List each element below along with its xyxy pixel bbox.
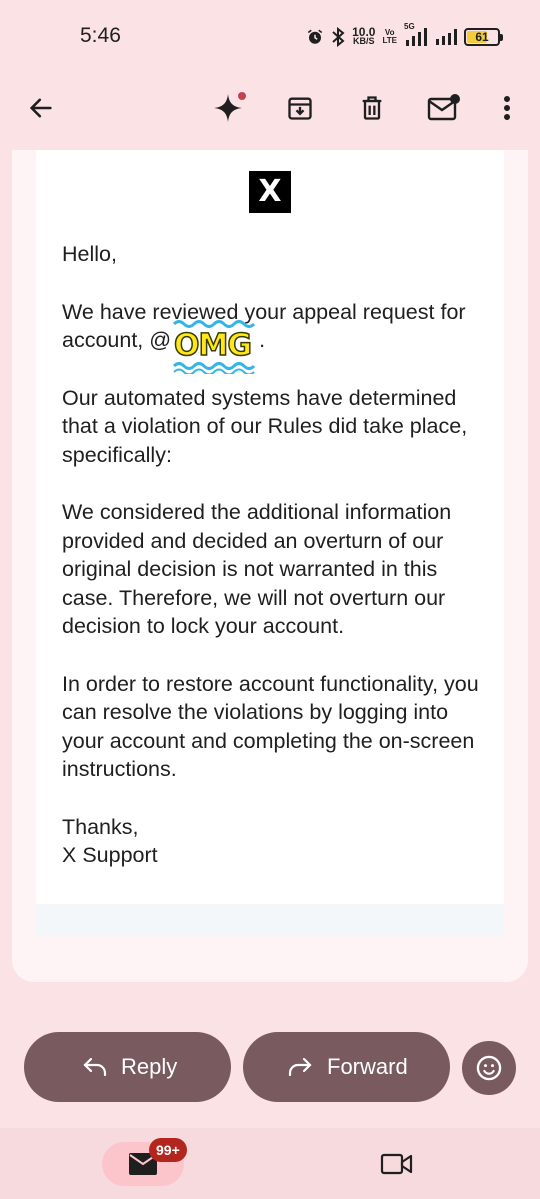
- email-body: Hello, We have reviewed your appeal requ…: [62, 240, 482, 870]
- bluetooth-icon: [331, 27, 345, 47]
- mark-unread-button[interactable]: [420, 84, 468, 132]
- status-icons: 10.0 KB/S Vo LTE 5G 61: [306, 22, 503, 50]
- forward-label: Forward: [327, 1054, 408, 1079]
- nav-meet-tab[interactable]: [378, 1148, 416, 1180]
- mark-unread-icon: [427, 94, 460, 121]
- forward-icon: [288, 1057, 312, 1077]
- battery-level: 61: [475, 30, 489, 44]
- omg-sticker: OMG: [170, 316, 256, 376]
- archive-button[interactable]: [276, 84, 324, 132]
- net-speed-unit: KB/S: [353, 36, 375, 46]
- email-paragraph-3: We considered the additional information…: [62, 500, 452, 638]
- email-footer: [36, 904, 504, 936]
- status-time: 5:46: [80, 24, 121, 47]
- gemini-sparkle-icon: [214, 92, 246, 122]
- email-signoff: Thanks,: [62, 814, 139, 839]
- x-logo: X: [249, 171, 291, 213]
- email-signature: X Support: [62, 843, 158, 867]
- more-vert-icon: [504, 96, 510, 120]
- back-arrow-icon: [29, 98, 52, 118]
- status-bar: 5:46 10.0 KB/S Vo LTE 5G 61: [0, 0, 540, 72]
- x-logo-letter: X: [258, 174, 282, 209]
- signal-5g-icon: 5G: [404, 22, 428, 46]
- emoji-reaction-button[interactable]: [462, 1041, 516, 1095]
- net-speed: 10.0 KB/S: [352, 26, 375, 46]
- email-toolbar: [0, 72, 540, 144]
- signal-icon: [435, 29, 457, 45]
- reply-icon: [83, 1057, 107, 1077]
- gemini-button[interactable]: [204, 84, 252, 132]
- sticker-text: OMG: [173, 327, 252, 364]
- bottom-nav: [0, 1128, 540, 1199]
- reply-label: Reply: [121, 1054, 178, 1079]
- forward-button[interactable]: Forward: [243, 1032, 450, 1102]
- emoji-icon: [476, 1055, 502, 1081]
- volte-indicator: Vo LTE: [382, 29, 397, 45]
- back-button[interactable]: [17, 84, 65, 132]
- network-type: 5G: [404, 22, 415, 31]
- volte-bottom: LTE: [382, 36, 397, 45]
- video-camera-icon: [380, 1153, 413, 1175]
- battery-indicator: 61: [464, 28, 503, 46]
- reply-button[interactable]: Reply: [24, 1032, 231, 1102]
- handle-suffix: .: [259, 328, 266, 352]
- archive-icon: [288, 97, 312, 120]
- delete-icon: [362, 96, 382, 120]
- alarm-icon: [306, 28, 324, 46]
- unread-badge: 99+: [149, 1138, 187, 1162]
- email-paragraph-1: We have reviewed your appeal request for…: [62, 298, 482, 355]
- delete-button[interactable]: [348, 84, 396, 132]
- more-options-button[interactable]: [483, 84, 531, 132]
- email-paragraph-4: In order to restore account functionalit…: [62, 671, 479, 782]
- email-paragraph-2: Our automated systems have determined th…: [62, 385, 468, 467]
- email-greeting: Hello,: [62, 242, 117, 266]
